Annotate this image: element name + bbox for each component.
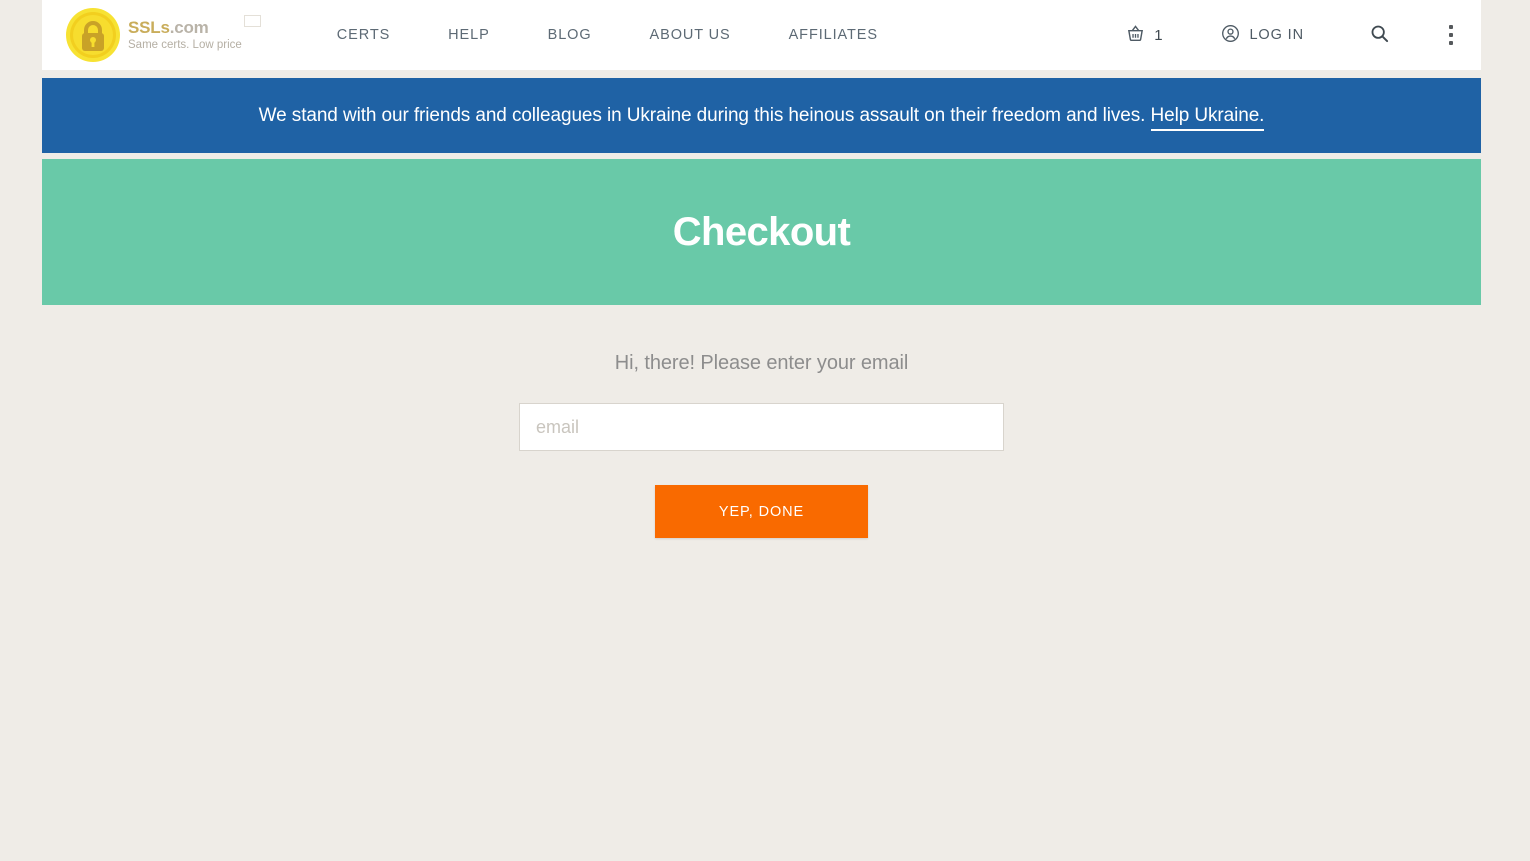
- cart-count: 1: [1154, 26, 1164, 44]
- search-button[interactable]: [1370, 24, 1389, 47]
- hero-band: Checkout: [42, 159, 1481, 305]
- nav-item-certs[interactable]: CERTS: [308, 27, 419, 43]
- search-icon: [1370, 24, 1389, 47]
- primary-nav: CERTS HELP BLOG ABOUT US AFFILIATES: [308, 27, 907, 43]
- main-content: Hi, there! Please enter your email YEP, …: [42, 305, 1481, 861]
- nav-item-about-us[interactable]: ABOUT US: [621, 27, 760, 43]
- page-root: SSLs.com Same certs. Low price CERTS HEL…: [0, 0, 1530, 861]
- banner-text-wrap: We stand with our friends and colleagues…: [258, 104, 1264, 131]
- cart-button[interactable]: 1: [1126, 24, 1163, 47]
- user-circle-icon: [1221, 24, 1240, 47]
- submit-row: YEP, DONE: [42, 485, 1481, 538]
- lock-coin-icon: [64, 6, 122, 64]
- site-header: SSLs.com Same certs. Low price CERTS HEL…: [42, 0, 1481, 70]
- basket-icon: [1126, 24, 1145, 47]
- ukraine-flag-icon: [244, 14, 261, 27]
- email-prompt: Hi, there! Please enter your email: [614, 352, 909, 374]
- site-logo[interactable]: SSLs.com Same certs. Low price: [64, 0, 261, 70]
- banner-message: We stand with our friends and colleagues…: [258, 104, 1146, 126]
- ukraine-support-banner: We stand with our friends and colleagues…: [42, 78, 1481, 153]
- header-actions: 1 LOG IN: [1126, 0, 1481, 70]
- login-button[interactable]: LOG IN: [1221, 24, 1304, 47]
- help-ukraine-link[interactable]: Help Ukraine.: [1150, 104, 1264, 131]
- kebab-menu-icon[interactable]: [1445, 19, 1457, 51]
- submit-email-button[interactable]: YEP, DONE: [655, 485, 868, 538]
- page-title: Checkout: [672, 209, 851, 254]
- nav-item-help[interactable]: HELP: [419, 27, 518, 43]
- logo-tagline: Same certs. Low price: [128, 38, 242, 51]
- nav-item-affiliates[interactable]: AFFILIATES: [760, 27, 907, 43]
- logo-title: SSLs.com: [128, 17, 209, 37]
- logo-wordmark: SSLs.com Same certs. Low price: [128, 14, 261, 52]
- email-field-row: [42, 403, 1481, 451]
- nav-item-blog[interactable]: BLOG: [519, 27, 621, 43]
- login-label: LOG IN: [1249, 27, 1304, 43]
- email-input[interactable]: [519, 403, 1004, 451]
